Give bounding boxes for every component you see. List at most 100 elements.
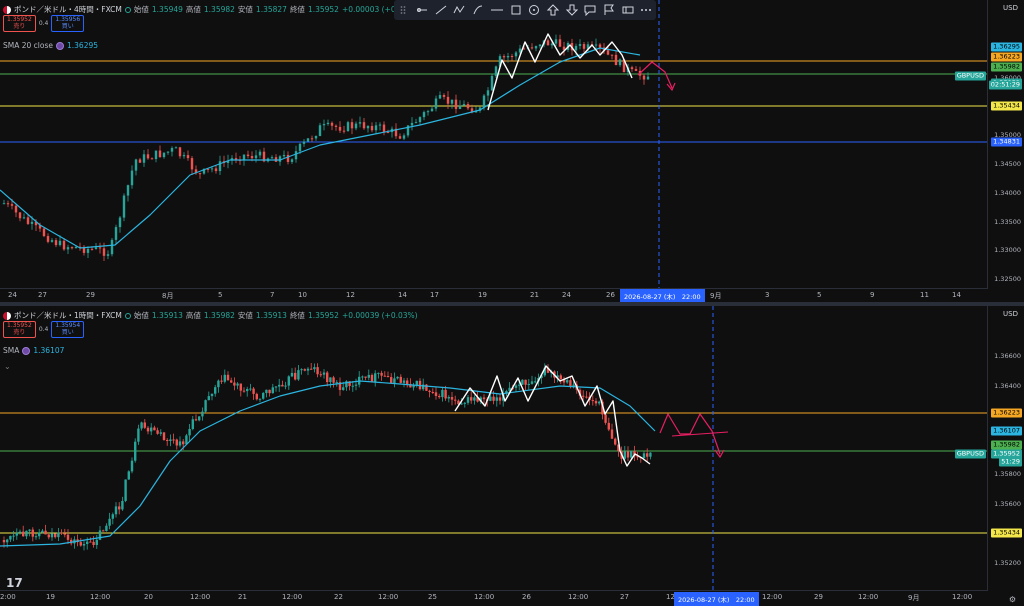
plot-area-4h[interactable] bbox=[0, 0, 988, 288]
change-value: +0.00039 (+0.03%) bbox=[341, 311, 418, 320]
candle bbox=[242, 390, 246, 392]
price-tick-label: 1.33500 bbox=[994, 217, 1021, 226]
more-icon[interactable] bbox=[640, 4, 652, 16]
candle bbox=[114, 227, 118, 240]
candle bbox=[322, 372, 326, 375]
sma-legend-4h[interactable]: SMA 20 close 1.36295 bbox=[3, 41, 98, 50]
candle bbox=[338, 126, 342, 131]
candle bbox=[156, 430, 159, 434]
rectangle-icon[interactable] bbox=[510, 4, 522, 16]
candle bbox=[255, 393, 258, 400]
candle bbox=[646, 76, 650, 80]
badge-resistance: 1.36223 bbox=[991, 52, 1022, 62]
candle bbox=[314, 136, 318, 139]
candle bbox=[154, 150, 158, 160]
indicator-settings-icon[interactable] bbox=[56, 41, 64, 50]
candle bbox=[114, 506, 118, 515]
candle bbox=[172, 439, 175, 441]
candle bbox=[426, 111, 430, 113]
candle bbox=[118, 217, 122, 228]
chart-pane-4h[interactable]: ポンド／米ドル・4時間・FXCM 始値 1.35949 高値 1.35982 安値 1… bbox=[0, 0, 1024, 302]
candle bbox=[438, 95, 442, 99]
candle bbox=[138, 159, 142, 163]
eraser-icon[interactable] bbox=[622, 4, 634, 16]
time-tick-label: 14 bbox=[398, 291, 407, 299]
candle bbox=[214, 168, 218, 172]
candle bbox=[282, 154, 286, 157]
candle bbox=[370, 125, 374, 131]
candle bbox=[534, 381, 537, 383]
candle bbox=[178, 147, 182, 157]
candle bbox=[95, 539, 98, 546]
candle bbox=[274, 386, 278, 388]
candle bbox=[191, 419, 194, 430]
candle bbox=[358, 122, 362, 124]
trend-line-icon[interactable] bbox=[435, 4, 447, 16]
brush-icon[interactable] bbox=[472, 4, 484, 16]
polyline-icon[interactable] bbox=[453, 4, 465, 16]
candle bbox=[302, 141, 306, 144]
candle bbox=[646, 453, 649, 457]
flag-marker-icon[interactable] bbox=[603, 4, 615, 16]
settings-gear-icon[interactable]: ⚙ bbox=[1009, 595, 1016, 604]
tradingview-logo: 17 bbox=[6, 576, 23, 590]
collapse-chevron-icon[interactable]: ⌄ bbox=[4, 362, 11, 371]
chart-pane-1h[interactable]: ポンド／米ドル・1時間・FXCM 始値 1.35913 高値 1.35982 安値 1… bbox=[0, 306, 1024, 606]
candle bbox=[382, 124, 386, 133]
time-tick-label: 17 bbox=[430, 291, 439, 299]
candle bbox=[185, 435, 188, 445]
circle-icon[interactable] bbox=[528, 4, 540, 16]
currency-label[interactable]: USD bbox=[1003, 310, 1018, 318]
sell-button[interactable]: 1.35952 売り bbox=[3, 321, 36, 338]
candle bbox=[346, 122, 350, 132]
candle bbox=[146, 154, 150, 159]
sma-line bbox=[0, 47, 641, 249]
horizontal-ray-icon[interactable] bbox=[416, 4, 428, 16]
price-axis-1h[interactable]: USD 1.366001.364001.362001.360001.358001… bbox=[987, 306, 1024, 590]
price-axis-4h[interactable]: USD 1.360001.355001.350001.345001.340001… bbox=[987, 0, 1024, 288]
time-tick-label: 11 bbox=[920, 291, 929, 299]
candle bbox=[262, 393, 265, 399]
currency-label[interactable]: USD bbox=[1003, 4, 1018, 12]
buy-button[interactable]: 1.35954 買い bbox=[51, 321, 85, 338]
sell-button[interactable]: 1.35952 売り bbox=[3, 15, 36, 32]
candle bbox=[63, 533, 66, 535]
candle bbox=[90, 248, 94, 250]
callout-icon[interactable] bbox=[584, 4, 596, 16]
arrow-up-icon[interactable] bbox=[546, 4, 559, 16]
candle bbox=[134, 441, 137, 461]
indicator-settings-icon[interactable] bbox=[22, 346, 31, 355]
chart-legend-1h: ポンド／米ドル・1時間・FXCM 始値 1.35913 高値 1.35982 安値 1… bbox=[3, 310, 418, 321]
arrow-down-icon[interactable] bbox=[565, 4, 578, 16]
buy-button[interactable]: 1.35956 買い bbox=[51, 15, 85, 32]
candle bbox=[186, 155, 190, 159]
candle bbox=[518, 384, 521, 386]
candle bbox=[332, 377, 335, 383]
drag-handle-icon[interactable] bbox=[397, 4, 409, 16]
symbol-title[interactable]: ポンド／米ドル・4時間・FXCM bbox=[14, 4, 122, 15]
candle bbox=[26, 217, 30, 224]
time-axis-4h[interactable]: 24 27 29 8月 5 7 10 12 14 17 19 21 24 26 9月 3 5 9 11 14 2026-… bbox=[0, 288, 988, 302]
time-tick-label: 27 bbox=[620, 593, 629, 601]
low-value: 1.35827 bbox=[255, 5, 287, 14]
candle bbox=[284, 385, 287, 387]
plot-area-1h[interactable] bbox=[0, 306, 988, 590]
candle bbox=[610, 429, 614, 439]
candle bbox=[495, 397, 498, 401]
candle bbox=[396, 376, 399, 379]
candle bbox=[642, 453, 646, 459]
close-label: 終値 bbox=[289, 5, 305, 14]
candle bbox=[377, 372, 380, 374]
price-tick-label: 1.34000 bbox=[994, 188, 1021, 197]
horizontal-line-icon[interactable] bbox=[490, 4, 503, 16]
candle bbox=[538, 44, 542, 47]
candle bbox=[447, 396, 450, 399]
sma-legend-1h[interactable]: SMA 1.36107 bbox=[3, 346, 64, 355]
candle bbox=[86, 248, 90, 253]
time-axis-1h[interactable]: 2:00 19 12:00 20 12:00 21 12:00 22 12:00 25 12:00 2… bbox=[0, 590, 988, 606]
candle bbox=[607, 422, 610, 430]
forecast-line bbox=[659, 413, 721, 455]
candle bbox=[386, 132, 390, 134]
candle bbox=[393, 378, 396, 384]
symbol-title[interactable]: ポンド／米ドル・1時間・FXCM bbox=[14, 310, 122, 321]
